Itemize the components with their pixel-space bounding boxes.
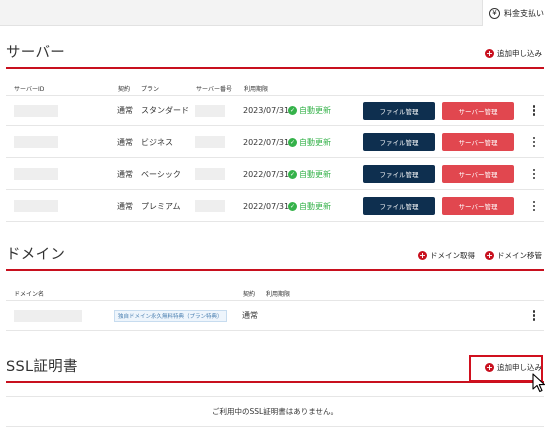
- auto-renew-status: ✓ 自動更新: [288, 127, 331, 157]
- auto-renew-label: 自動更新: [299, 169, 331, 179]
- payment-button[interactable]: ¥ 料金支払い: [482, 0, 550, 26]
- domain-transfer-label: ドメイン移管: [497, 251, 542, 260]
- column-expiry: 利用期限: [266, 291, 291, 298]
- column-server-number: サーバー番号: [196, 86, 232, 93]
- mouse-cursor-icon: [532, 373, 546, 393]
- more-options-icon[interactable]: [530, 127, 538, 157]
- free-domain-badge: 独自ドメイン永久無料特典（プラン特典）: [114, 309, 227, 322]
- more-options-icon[interactable]: [530, 159, 538, 189]
- domain-section-title: ドメイン: [6, 247, 66, 263]
- plan-value: プレミアム: [141, 201, 181, 211]
- check-circle-icon: ✓: [288, 137, 297, 147]
- expiry-date: 2023/07/31: [243, 106, 290, 115]
- table-row: 通常 ベーシック 2022/07/31 ✓ 自動更新 ファイル管理 サーバー管理: [6, 159, 544, 190]
- domain-section-header: ドメイン + ドメイン取得 + ドメイン移管: [6, 247, 544, 271]
- contract-value: 通常: [242, 311, 258, 320]
- table-row: 通常 ビジネス 2022/07/31 ✓ 自動更新 ファイル管理 サーバー管理: [6, 127, 544, 158]
- auto-renew-label: 自動更新: [299, 137, 331, 147]
- server-add-label: 追加申し込み: [497, 49, 542, 58]
- server-id-placeholder: [14, 200, 58, 212]
- domain-name-placeholder: [14, 309, 82, 322]
- plan-value: ビジネス: [141, 137, 173, 147]
- server-number-placeholder: [195, 168, 225, 180]
- server-number-placeholder: [195, 200, 225, 212]
- server-add-button[interactable]: + 追加申し込み: [485, 48, 542, 59]
- contract-value: 通常: [117, 106, 133, 115]
- server-section-title: サーバー: [6, 45, 66, 61]
- expiry-date: 2022/07/31: [243, 137, 290, 147]
- domain-acquire-label: ドメイン取得: [430, 251, 475, 260]
- check-circle-icon: ✓: [288, 169, 297, 179]
- yen-circle-icon: ¥: [489, 7, 500, 19]
- contract-value: 通常: [117, 169, 133, 179]
- column-contract: 契約: [243, 291, 256, 298]
- check-circle-icon: ✓: [288, 106, 297, 115]
- file-manager-button[interactable]: ファイル管理: [363, 101, 435, 120]
- check-circle-icon: ✓: [288, 201, 297, 211]
- column-plan: プラン: [141, 86, 160, 93]
- server-manager-button[interactable]: サーバー管理: [442, 101, 514, 120]
- domain-transfer-button[interactable]: + ドメイン移管: [485, 250, 542, 261]
- column-domain-name: ドメイン名: [14, 291, 45, 298]
- ssl-section-title: SSL証明書: [6, 359, 78, 375]
- ssl-empty-message: ご利用中のSSL証明書はありません。: [6, 396, 544, 427]
- file-manager-button[interactable]: ファイル管理: [363, 133, 435, 151]
- table-row: 独自ドメイン永久無料特典（プラン特典） 通常: [6, 300, 544, 331]
- expiry-date: 2022/07/31: [243, 201, 290, 211]
- more-options-icon[interactable]: [530, 96, 538, 125]
- more-options-icon[interactable]: [530, 191, 538, 221]
- server-id-placeholder: [14, 136, 58, 148]
- auto-renew-status: ✓ 自動更新: [288, 96, 331, 125]
- column-expiry: 利用期限: [244, 86, 269, 93]
- top-bar: ¥ 料金支払い: [0, 0, 550, 26]
- plus-circle-icon: +: [485, 251, 494, 260]
- more-options-icon[interactable]: [530, 301, 538, 330]
- column-contract: 契約: [118, 86, 131, 93]
- plan-value: ベーシック: [141, 169, 181, 179]
- table-row: 通常 スタンダード 2023/07/31 ✓ 自動更新 ファイル管理 サーバー管…: [6, 95, 544, 126]
- auto-renew-label: 自動更新: [299, 106, 331, 115]
- auto-renew-status: ✓ 自動更新: [288, 159, 331, 189]
- server-section-header: サーバー + 追加申し込み: [6, 44, 544, 69]
- plan-value: スタンダード: [141, 106, 189, 115]
- server-id-placeholder: [14, 168, 58, 180]
- server-number-placeholder: [195, 104, 225, 117]
- server-manager-button[interactable]: サーバー管理: [442, 197, 514, 215]
- server-manager-button[interactable]: サーバー管理: [442, 165, 514, 183]
- file-manager-button[interactable]: ファイル管理: [363, 165, 435, 183]
- auto-renew-label: 自動更新: [299, 201, 331, 211]
- contract-value: 通常: [117, 201, 133, 211]
- auto-renew-status: ✓ 自動更新: [288, 191, 331, 221]
- plus-circle-icon: +: [418, 251, 427, 260]
- ssl-section-header: SSL証明書 + 追加申し込み: [6, 356, 544, 383]
- file-manager-button[interactable]: ファイル管理: [363, 197, 435, 215]
- contract-value: 通常: [117, 137, 133, 147]
- expiry-date: 2022/07/31: [243, 169, 290, 179]
- server-id-placeholder: [14, 104, 58, 117]
- server-manager-button[interactable]: サーバー管理: [442, 133, 514, 151]
- table-row: 通常 プレミアム 2022/07/31 ✓ 自動更新 ファイル管理 サーバー管理: [6, 191, 544, 222]
- domain-acquire-button[interactable]: + ドメイン取得: [418, 250, 475, 261]
- payment-button-label: 料金支払い: [504, 8, 544, 18]
- server-number-placeholder: [195, 136, 225, 148]
- column-server-id: サーバーID: [14, 86, 45, 93]
- plus-circle-icon: +: [485, 49, 494, 58]
